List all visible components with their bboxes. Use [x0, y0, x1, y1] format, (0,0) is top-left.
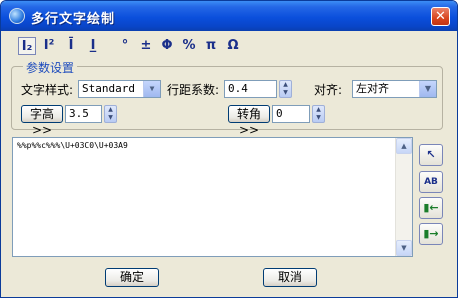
text-style-select[interactable]: Standard ▼: [78, 80, 161, 98]
char-height-spinner[interactable]: ▲ ▼: [104, 105, 117, 123]
spin-up-icon[interactable]: ▲: [313, 106, 324, 114]
pi-button[interactable]: π: [204, 37, 218, 55]
rotation-spinner[interactable]: ▲ ▼: [312, 105, 325, 123]
chevron-down-icon[interactable]: ▼: [419, 81, 436, 97]
align-select[interactable]: 左对齐 ▼: [352, 80, 437, 98]
spin-down-icon[interactable]: ▼: [280, 89, 291, 97]
spin-up-icon[interactable]: ▲: [105, 106, 116, 114]
cursor-icon: ↖: [426, 148, 436, 161]
rotation-input[interactable]: 0: [272, 105, 310, 123]
line-spacing-input[interactable]: 0.4: [224, 80, 277, 98]
plus-minus-button[interactable]: ±: [139, 37, 153, 55]
char-height-input[interactable]: 3.5: [65, 105, 102, 123]
chevron-down-icon[interactable]: ▼: [143, 81, 160, 97]
window-title: 多行文字绘制: [31, 12, 116, 27]
omega-button[interactable]: Ω: [225, 37, 241, 55]
superscript-button[interactable]: I²: [41, 37, 57, 55]
text-editor[interactable]: %%p%%c%%%\U+03C0\U+03A9 ▲ ▼: [12, 137, 413, 257]
dialog-window: 多行文字绘制 ✕ I₂ I² Ī I̲ ° ± Φ % π Ω 参数设置 文字样…: [0, 0, 458, 298]
export-button[interactable]: ▮→: [419, 223, 443, 245]
editor-content[interactable]: %%p%%c%%%\U+03C0\U+03A9: [17, 141, 128, 150]
align-label: 对齐:: [314, 83, 343, 97]
params-group-label: 参数设置: [23, 59, 78, 76]
font-ab-icon: AB: [424, 177, 438, 187]
title-bar[interactable]: 多行文字绘制 ✕: [1, 1, 457, 31]
line-spacing-spinner[interactable]: ▲ ▼: [279, 80, 292, 98]
char-height-button[interactable]: 字高>>: [21, 105, 63, 137]
text-style-label: 文字样式:: [21, 83, 74, 97]
import-button[interactable]: ▮←: [419, 197, 443, 219]
underline-button[interactable]: I̲: [86, 37, 100, 55]
rotation-button[interactable]: 转角>>: [228, 105, 270, 137]
scroll-down-icon[interactable]: ▼: [396, 240, 412, 256]
close-button[interactable]: ✕: [431, 7, 450, 26]
door-export-icon: ▮→: [423, 227, 439, 240]
ok-button[interactable]: 确定: [105, 268, 159, 287]
app-icon: [9, 8, 25, 24]
subscript-button[interactable]: I₂: [18, 37, 36, 55]
align-value: 左对齐: [356, 82, 389, 95]
pick-cursor-button[interactable]: ↖: [419, 144, 443, 166]
overline-button[interactable]: Ī: [64, 37, 78, 55]
door-import-icon: ▮←: [423, 201, 439, 214]
spin-down-icon[interactable]: ▼: [105, 114, 116, 122]
percent-button[interactable]: %: [182, 37, 196, 55]
degree-button[interactable]: °: [118, 37, 132, 55]
spin-up-icon[interactable]: ▲: [280, 81, 291, 89]
spin-down-icon[interactable]: ▼: [313, 114, 324, 122]
font-button[interactable]: AB: [419, 171, 443, 193]
cancel-button[interactable]: 取消: [263, 268, 317, 287]
vertical-scrollbar[interactable]: ▲ ▼: [395, 138, 412, 256]
scroll-up-icon[interactable]: ▲: [396, 138, 412, 154]
line-spacing-label: 行距系数:: [167, 83, 220, 97]
text-style-value: Standard: [82, 82, 135, 95]
diameter-button[interactable]: Φ: [160, 37, 174, 55]
